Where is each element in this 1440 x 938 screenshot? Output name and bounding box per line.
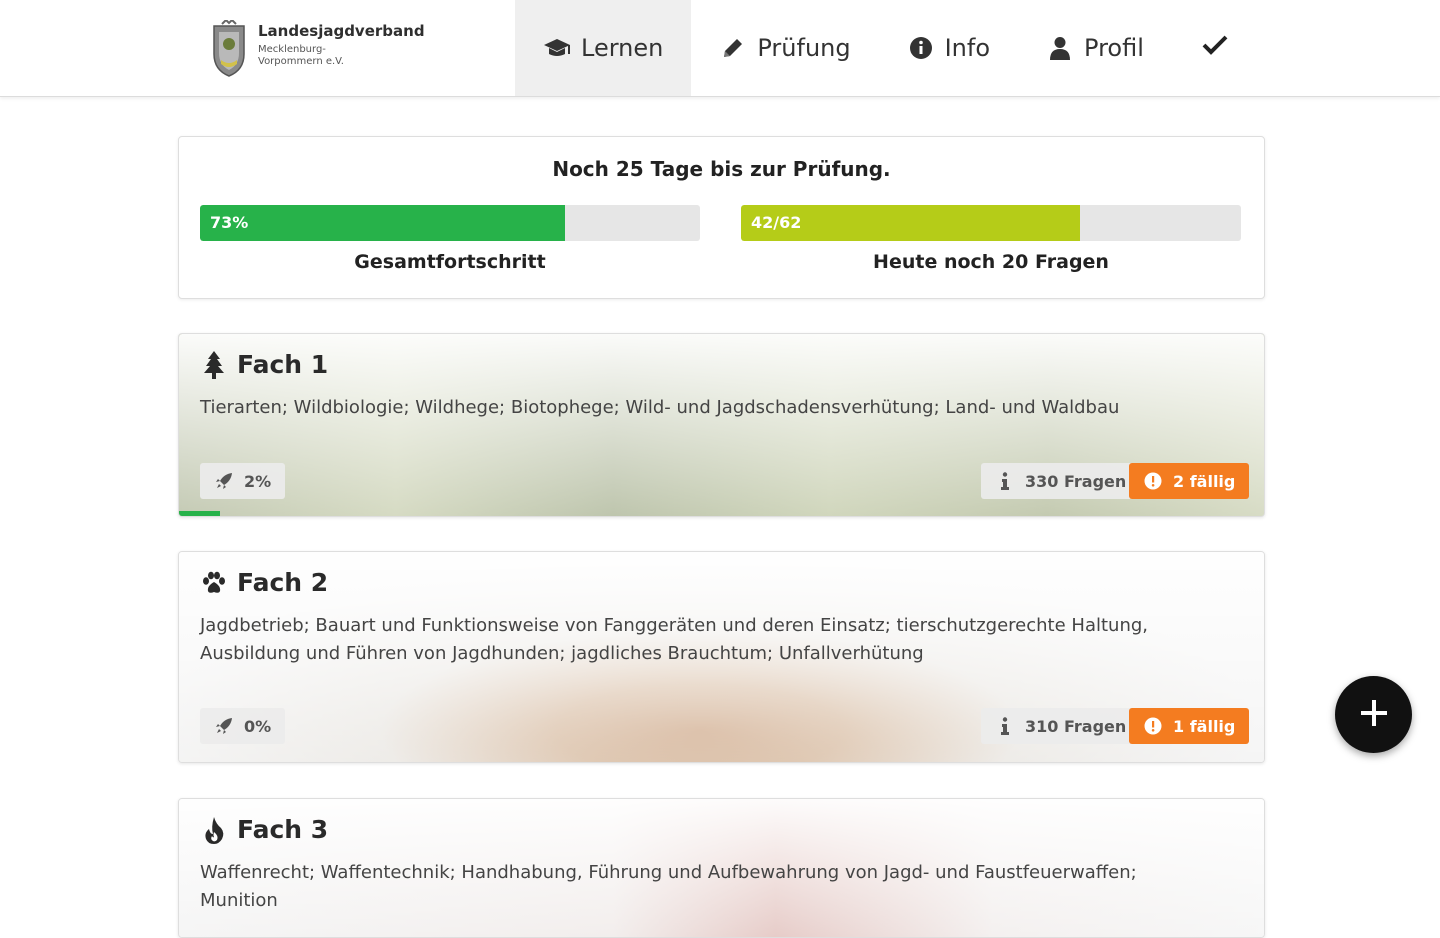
progress-chip: 0%	[200, 708, 286, 744]
nav-label: Lernen	[581, 34, 664, 62]
due-chip[interactable]: 1 fällig	[1129, 708, 1250, 744]
card-description: Tierarten; Wildbiologie; Wildhege; Bioto…	[200, 397, 1120, 418]
check-icon	[1202, 34, 1228, 62]
card-title-text: Fach 3	[237, 815, 329, 844]
card-progress-line	[179, 511, 221, 516]
subject-card-fach-2[interactable]: Fach 2 Jagdbetrieb; Bauart und Funktions…	[178, 551, 1265, 763]
logo[interactable]: Landesjagdverband Mecklenburg-Vorpommern…	[210, 18, 440, 78]
subject-card-fach-3[interactable]: Fach 3 Waffenrecht; Waffentechnik; Handh…	[178, 798, 1265, 938]
question-count-chip: 310 Fragen	[981, 708, 1141, 744]
total-progress-caption: Gesamtfortschritt	[354, 251, 546, 273]
top-navbar: Landesjagdverband Mecklenburg-Vorpommern…	[0, 0, 1440, 97]
progress-chip: 2%	[200, 463, 286, 499]
org-name: Landesjagdverband	[258, 22, 425, 40]
info-icon	[995, 716, 1015, 736]
org-subtitle: Mecklenburg-Vorpommern e.V.	[258, 44, 344, 67]
pencil-icon	[719, 35, 747, 61]
total-progress-value: 73%	[210, 213, 249, 232]
today-progress-caption: Heute noch 20 Fragen	[873, 251, 1109, 273]
card-title-text: Fach 1	[237, 350, 329, 379]
graduation-cap-icon	[543, 35, 571, 61]
nav-pruefung[interactable]: Prüfung	[691, 0, 878, 96]
question-count: 330 Fragen	[1025, 471, 1127, 491]
nav-label: Prüfung	[757, 34, 851, 62]
progress-chip-value: 2%	[244, 471, 272, 491]
card-title: Fach 2	[201, 568, 328, 597]
main-nav: Lernen Prüfung Info Profil	[515, 0, 1256, 96]
exclamation-circle-icon	[1143, 716, 1163, 736]
question-count: 310 Fragen	[1025, 716, 1127, 736]
card-title: Fach 3	[201, 815, 328, 844]
today-progress-bar: 42/62	[741, 205, 1241, 241]
due-chip[interactable]: 2 fällig	[1129, 463, 1250, 499]
nav-label: Info	[944, 34, 991, 62]
info-circle-icon	[907, 35, 935, 61]
tree-icon	[201, 350, 227, 379]
add-button[interactable]	[1335, 676, 1412, 753]
plus-icon	[1359, 698, 1389, 732]
user-icon	[1046, 35, 1074, 61]
rocket-icon	[214, 471, 234, 491]
exclamation-circle-icon	[1143, 471, 1163, 491]
card-title: Fach 1	[201, 350, 328, 379]
card-description: Jagdbetrieb; Bauart und Funktionsweise v…	[200, 615, 1148, 664]
nav-label: Profil	[1084, 34, 1144, 62]
nav-profil[interactable]: Profil	[1018, 0, 1172, 96]
card-title-text: Fach 2	[237, 568, 329, 597]
progress-chip-value: 0%	[244, 716, 272, 736]
due-count: 2 fällig	[1173, 471, 1236, 491]
total-progress-fill	[200, 205, 565, 241]
card-description: Waffenrecht; Waffentechnik; Handhabung, …	[200, 862, 1137, 911]
fire-icon	[201, 816, 227, 844]
question-count-chip: 330 Fragen	[981, 463, 1141, 499]
today-progress-value: 42/62	[751, 213, 802, 232]
subject-card-fach-1[interactable]: Fach 1 Tierarten; Wildbiologie; Wildhege…	[178, 333, 1265, 517]
total-progress-bar: 73%	[200, 205, 700, 241]
nav-check[interactable]	[1172, 0, 1256, 96]
nav-info[interactable]: Info	[879, 0, 1018, 96]
rocket-icon	[214, 716, 234, 736]
paw-icon	[201, 569, 227, 597]
coat-of-arms-icon	[213, 20, 245, 77]
nav-lernen[interactable]: Lernen	[515, 0, 692, 96]
progress-summary-card: Noch 25 Tage bis zur Prüfung. 73% Gesamt…	[178, 136, 1265, 299]
due-count: 1 fällig	[1173, 716, 1236, 736]
info-icon	[995, 471, 1015, 491]
exam-countdown: Noch 25 Tage bis zur Prüfung.	[552, 157, 891, 181]
